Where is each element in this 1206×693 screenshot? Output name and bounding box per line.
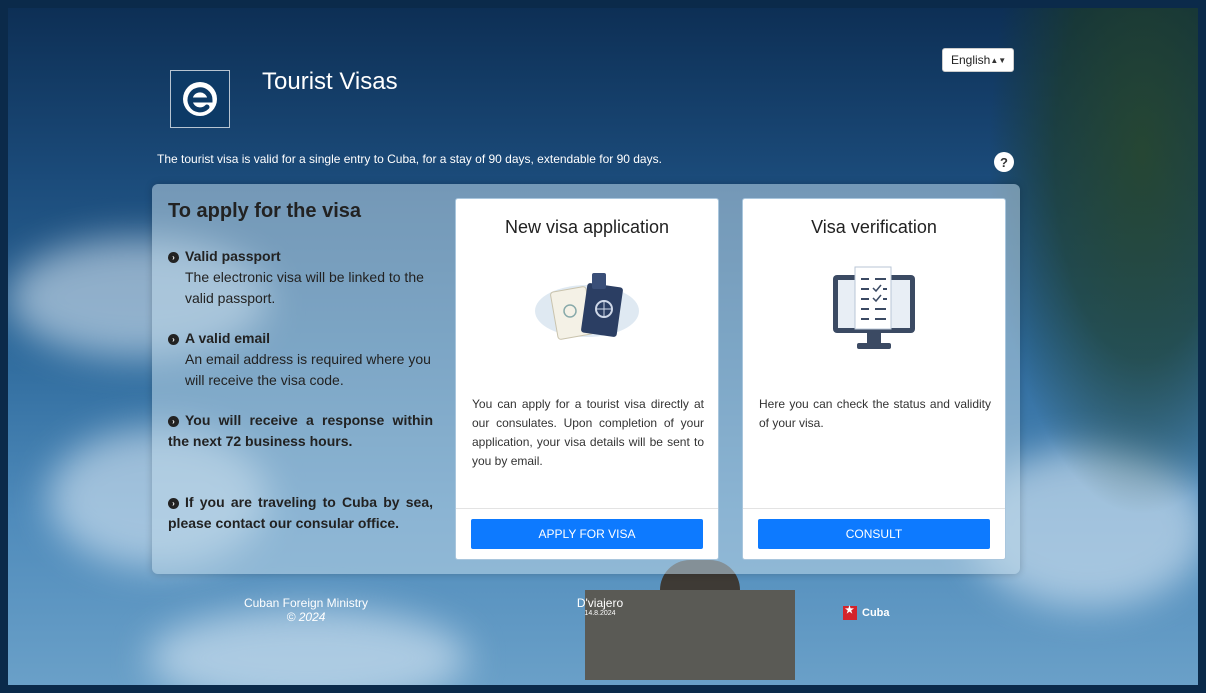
arrow-bullet-icon: › xyxy=(168,415,179,427)
requirement-body: The electronic visa will be linked to th… xyxy=(185,269,424,306)
requirements-title: To apply for the visa xyxy=(168,200,361,222)
site-logo xyxy=(170,70,230,128)
passport-icon xyxy=(535,273,639,340)
page-subtitle: The tourist visa is valid for a single e… xyxy=(157,152,662,166)
footer-ministry: Cuban Foreign Ministry © 2024 xyxy=(236,596,376,624)
card-description: You can apply for a tourist visa directl… xyxy=(472,397,704,468)
card-description: Here you can check the status and validi… xyxy=(759,397,991,430)
new-visa-card: New visa application You can apply for a… xyxy=(455,198,719,560)
card-footer: CONSULT xyxy=(743,508,1005,559)
requirement-head: You will receive a response within the n… xyxy=(168,412,433,449)
copyright-year: © 2024 xyxy=(286,610,326,624)
footer-country-link[interactable]: Cuba xyxy=(843,605,890,620)
requirement-item: › You will receive a response within the … xyxy=(168,410,433,452)
requirement-item: › A valid email An email address is requi… xyxy=(168,328,433,391)
footer-app: D'viajero 14.8.2024 xyxy=(540,596,660,617)
card-title: Visa verification xyxy=(811,217,937,237)
logo-e-icon xyxy=(183,82,217,116)
select-arrows-icon: ▲▼ xyxy=(990,55,1007,65)
monitor-checklist-icon xyxy=(833,266,915,349)
consult-button[interactable]: CONSULT xyxy=(758,519,990,549)
requirement-body: An email address is required where you w… xyxy=(185,351,431,388)
app-name: D'viajero xyxy=(576,596,624,610)
requirement-head: A valid email xyxy=(185,330,271,346)
app-version: 14.8.2024 xyxy=(584,610,616,617)
cuba-flag-icon xyxy=(843,605,857,620)
requirement-item: › If you are traveling to Cuba by sea, pl… xyxy=(168,492,433,534)
card-footer: APPLY FOR VISA xyxy=(456,508,718,559)
requirement-head: Valid passport xyxy=(185,248,281,264)
arrow-bullet-icon: › xyxy=(168,251,179,263)
arrow-bullet-icon: › xyxy=(168,497,179,509)
card-title: New visa application xyxy=(504,217,670,237)
page-title: Tourist Visas xyxy=(262,68,398,95)
ministry-name: Cuban Foreign Ministry xyxy=(243,596,369,610)
language-select-value: English xyxy=(951,53,991,67)
requirement-item: › Valid passport The electronic visa will… xyxy=(168,246,433,309)
arrow-bullet-icon: › xyxy=(168,333,179,345)
country-label: Cuba xyxy=(862,607,890,619)
help-glyph: ? xyxy=(1000,154,1008,170)
language-select[interactable]: English ▲▼ xyxy=(942,48,1014,72)
visa-verification-card: Visa verification Here you can check the… xyxy=(742,198,1006,560)
apply-for-visa-button[interactable]: APPLY FOR VISA xyxy=(471,519,703,549)
requirement-head: If you are traveling to Cuba by sea, ple… xyxy=(168,494,433,531)
help-icon[interactable]: ? xyxy=(994,152,1014,172)
